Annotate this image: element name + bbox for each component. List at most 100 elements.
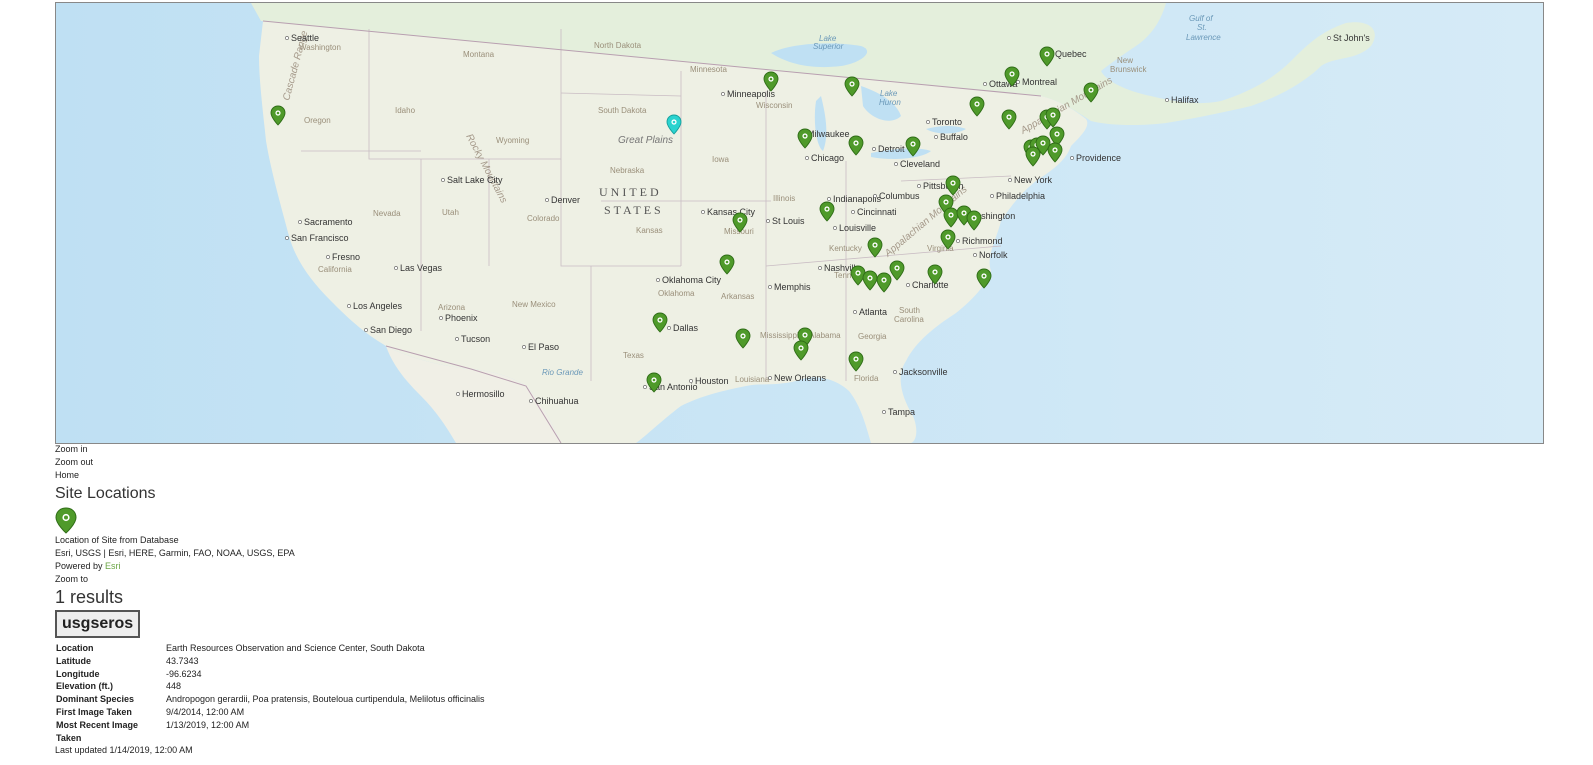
- city-label: Tampa: [888, 407, 915, 417]
- city-label: Denver: [551, 195, 580, 205]
- city-dot: [326, 255, 330, 259]
- region-label: Nebraska: [610, 166, 645, 175]
- city-label: Seattle: [291, 33, 319, 43]
- city-dot: [766, 219, 770, 223]
- country-label: STATES: [604, 203, 664, 217]
- city-label: Milwaukee: [807, 129, 850, 139]
- city-dot: [667, 326, 671, 330]
- plains-label: Great Plains: [618, 135, 673, 146]
- city-dot: [298, 220, 302, 224]
- home-button[interactable]: Home: [55, 469, 755, 482]
- region-label: Alabama: [809, 331, 841, 340]
- water-label: St.: [1197, 23, 1207, 32]
- city-label: Buffalo: [940, 132, 968, 142]
- zoom-in-button[interactable]: Zoom in: [55, 443, 755, 456]
- city-label: St Louis: [772, 216, 805, 226]
- legend-title: Site Locations: [55, 485, 156, 502]
- attribute-label: Location: [56, 643, 94, 653]
- zoom-to-button[interactable]: Zoom to: [55, 573, 755, 586]
- attribute-row: Dominant Species Andropogon gerardii, Poa…: [55, 693, 487, 706]
- region-label: Idaho: [395, 106, 416, 115]
- region-label: New Mexico: [512, 300, 556, 309]
- city-dot: [441, 178, 445, 182]
- region-label: Utah: [442, 208, 459, 217]
- attribute-value: Andropogon gerardii, Poa pratensis, Bout…: [166, 694, 485, 705]
- city-dot: [1327, 36, 1331, 40]
- city-dot: [1008, 178, 1012, 182]
- region-label: South Dakota: [598, 106, 647, 115]
- region-label: Carolina: [894, 315, 924, 324]
- basemap[interactable]: WashingtonMontanaNorth DakotaMinnesotaOr…: [56, 3, 1543, 443]
- city-label: Columbus: [879, 191, 920, 201]
- region-label: Iowa: [712, 155, 729, 164]
- region-label: Louisiana: [735, 375, 770, 384]
- attribute-label: Most Recent Image Taken: [56, 719, 139, 743]
- water-label: Lawrence: [1186, 33, 1221, 42]
- city-label: Oklahoma City: [662, 275, 722, 285]
- city-label: Richmond: [962, 236, 1003, 246]
- city-dot: [934, 135, 938, 139]
- city-dot: [522, 345, 526, 349]
- city-label: Minneapolis: [727, 89, 776, 99]
- city-label: Norfolk: [979, 250, 1008, 260]
- city-dot: [455, 337, 459, 341]
- attribute-label: First Image Taken: [56, 706, 132, 717]
- city-label: Las Vegas: [400, 263, 443, 273]
- city-dot: [833, 226, 837, 230]
- city-label: Toronto: [932, 117, 962, 127]
- city-dot: [894, 162, 898, 166]
- city-dot: [906, 283, 910, 287]
- city-dot: [926, 120, 930, 124]
- city-label: Dallas: [673, 323, 699, 333]
- attribute-label: Longitude: [56, 668, 100, 679]
- city-label: Jacksonville: [899, 367, 948, 377]
- region-label: Kentucky: [829, 244, 862, 253]
- region-label: New: [1117, 56, 1133, 65]
- water-label: Superior: [813, 42, 844, 51]
- city-dot: [983, 82, 987, 86]
- city-dot: [1016, 80, 1020, 84]
- water-label: Rio Grande: [542, 368, 583, 377]
- attribute-row: Most Recent Image Taken 1/13/2019, 12:00 …: [55, 719, 487, 745]
- city-dot: [1070, 156, 1074, 160]
- city-dot: [1165, 98, 1169, 102]
- city-dot: [643, 385, 647, 389]
- city-label: San Francisco: [291, 233, 349, 243]
- city-label: Phoenix: [445, 313, 478, 323]
- zoom-out-button[interactable]: Zoom out: [55, 456, 755, 469]
- city-label: Houston: [695, 376, 729, 386]
- city-dot: [768, 285, 772, 289]
- city-dot: [851, 210, 855, 214]
- city-label: Charlotte: [912, 280, 949, 290]
- region-label: Wisconsin: [756, 101, 792, 110]
- results-count: 1 results: [55, 587, 124, 607]
- city-dot: [721, 92, 725, 96]
- region-label: North Dakota: [594, 41, 642, 50]
- city-label: Hermosillo: [462, 389, 505, 399]
- region-label: Wyoming: [496, 136, 529, 145]
- city-label: Halifax: [1171, 95, 1199, 105]
- map-marker-icon: [55, 507, 77, 534]
- region-label: California: [318, 265, 352, 274]
- region-label: Oklahoma: [658, 289, 695, 298]
- map-view[interactable]: Washington Montana North Dakota Minnesota Or…: [55, 2, 1544, 444]
- site-id-button[interactable]: usgseros: [55, 610, 141, 638]
- powered-by: Powered by Esri: [55, 560, 755, 573]
- city-label: Cincinnati: [857, 207, 897, 217]
- city-label: Fresno: [332, 252, 360, 262]
- city-dot: [893, 370, 897, 374]
- city-dot: [873, 194, 877, 198]
- esri-link[interactable]: Esri: [105, 561, 121, 571]
- water-label: Huron: [879, 98, 901, 107]
- city-dot: [347, 304, 351, 308]
- city-dot: [456, 392, 460, 396]
- last-updated: Last updated 1/14/2019, 12:00 AM: [55, 745, 193, 756]
- attribute-row: Latitude 43.7343: [55, 655, 487, 668]
- attribute-row: Elevation (ft.) 448: [55, 680, 487, 693]
- attribute-label: Dominant Species: [56, 694, 135, 705]
- city-label: San Diego: [370, 325, 412, 335]
- city-dot: [285, 36, 289, 40]
- city-dot: [768, 376, 772, 380]
- city-dot: [882, 410, 886, 414]
- region-label: Texas: [623, 351, 644, 360]
